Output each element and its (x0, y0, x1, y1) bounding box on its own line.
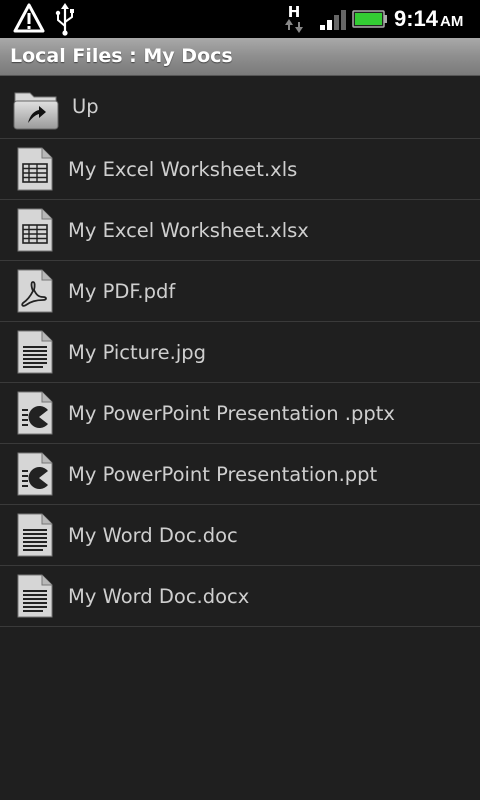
list-item-label: My Picture.jpg (68, 341, 206, 364)
clock-ampm: AM (440, 13, 464, 30)
clock: 9:14 AM (394, 0, 478, 38)
usb-icon (52, 0, 78, 38)
folder-up-icon (12, 85, 62, 131)
list-item-label: My Word Doc.docx (68, 585, 250, 608)
list-item-excel-xlsx[interactable]: My Excel Worksheet.xlsx (0, 200, 480, 261)
warning-icon (12, 0, 46, 38)
presentation-icon (12, 451, 58, 497)
list-item-pdf[interactable]: My PDF.pdf (0, 261, 480, 322)
presentation-icon (12, 390, 58, 436)
network-hspa-icon: H (282, 0, 306, 38)
list-item-label: Up (72, 95, 99, 118)
pdf-icon (12, 268, 58, 314)
list-item-label: My Word Doc.doc (68, 524, 238, 547)
document-icon (12, 573, 58, 619)
list-item-label: My PowerPoint Presentation .pptx (68, 402, 395, 425)
list-item-label: My Excel Worksheet.xlsx (68, 219, 309, 242)
list-item-label: My PowerPoint Presentation.ppt (68, 463, 378, 486)
document-icon (12, 329, 58, 375)
clock-time: 9:14 (394, 6, 439, 31)
title-bar: Local Files : My Docs (0, 38, 480, 76)
document-icon (12, 512, 58, 558)
network-type-label: H (288, 3, 301, 21)
screen: H 9:14 AM Local Files: My Docs Up My Ex… (0, 0, 480, 800)
battery-icon (352, 0, 388, 38)
list-item-picture[interactable]: My Picture.jpg (0, 322, 480, 383)
file-list: Up My Excel Worksheet.xls My Excel Works… (0, 77, 480, 627)
list-item-label: My Excel Worksheet.xls (68, 158, 298, 181)
status-bar: H 9:14 AM (0, 0, 480, 38)
list-item-ppt[interactable]: My PowerPoint Presentation.ppt (0, 444, 480, 505)
list-item-excel-xls[interactable]: My Excel Worksheet.xls (0, 139, 480, 200)
signal-strength-icon (318, 0, 348, 38)
list-item-word-doc[interactable]: My Word Doc.doc (0, 505, 480, 566)
spreadsheet-icon (12, 207, 58, 253)
spreadsheet-icon (12, 146, 58, 192)
page-title: Local Files : My Docs (10, 45, 233, 67)
list-item-label: My PDF.pdf (68, 280, 176, 303)
list-item-pptx[interactable]: My PowerPoint Presentation .pptx (0, 383, 480, 444)
list-item-word-docx[interactable]: My Word Doc.docx (0, 566, 480, 627)
list-item-up[interactable]: Up (0, 77, 480, 139)
